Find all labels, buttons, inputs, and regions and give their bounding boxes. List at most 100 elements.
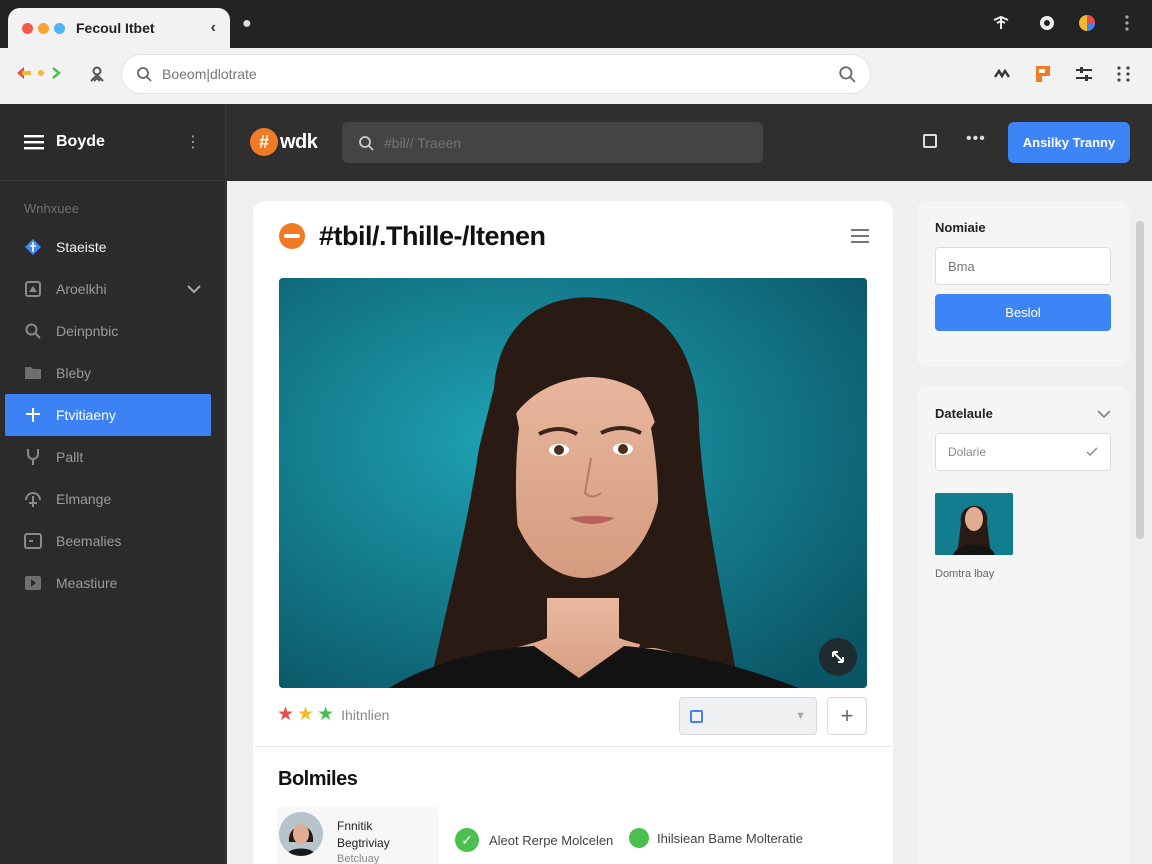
- site-info-icon[interactable]: [88, 65, 106, 83]
- sidebar-item-label: Pallt: [56, 449, 84, 465]
- sidebar: Boyde ⋮ Wnhxuee Staeiste Aroelkhi Deinpn…: [0, 104, 226, 864]
- tab-title: Fecoul Itbet: [76, 20, 155, 36]
- chevron-down-icon: ▼: [795, 710, 806, 722]
- back-arrow-icon[interactable]: [16, 66, 32, 80]
- fork-icon: [24, 448, 42, 466]
- star-icon[interactable]: ★: [297, 703, 314, 726]
- details-header[interactable]: Datelaule: [935, 406, 1111, 421]
- sidebar-item-label: Deinpnbic: [56, 323, 119, 339]
- page-title: #tbil/.Thille-/ltenen: [319, 220, 546, 251]
- sidebar-item-label: Bleby: [56, 365, 92, 381]
- profile-name-line2: Begtriviay: [337, 836, 390, 850]
- more-options-icon[interactable]: •••: [966, 130, 986, 148]
- form-label: Nomiaie: [935, 220, 986, 235]
- expand-image-button[interactable]: [819, 638, 857, 676]
- app-search-bar[interactable]: [342, 122, 763, 163]
- app-logo[interactable]: # wdk: [250, 128, 318, 156]
- details-select-value: Dolarie: [948, 445, 987, 459]
- thumbnail-image[interactable]: [935, 493, 1013, 555]
- details-label: Datelaule: [935, 406, 993, 421]
- close-window-dot[interactable]: [22, 22, 33, 34]
- status-label: Aleot Rerpe Molcelen: [489, 832, 614, 848]
- profile-card[interactable]: Fnnitik Begtriviay Betcluay: [277, 806, 439, 864]
- main-card: #tbil/.Thille-/ltenen ★ ★ ★ Ihitnlien ▼ …: [253, 201, 893, 864]
- maximize-window-dot[interactable]: [54, 22, 65, 34]
- new-tab-icon[interactable]: ●: [242, 15, 252, 33]
- plus-icon: [24, 406, 42, 424]
- primary-action-button[interactable]: Ansilky Tranny: [1008, 122, 1130, 163]
- monitor-icon: [24, 280, 42, 298]
- sidebar-item-elmange[interactable]: Elmange: [0, 478, 225, 520]
- sidebar-item-label: Beemalies: [56, 533, 122, 549]
- account-icon[interactable]: [1038, 14, 1056, 32]
- square-icon: [690, 709, 703, 723]
- tree-icon: [24, 490, 42, 508]
- sidebar-item-pallt[interactable]: Pallt: [0, 436, 225, 478]
- star-icon[interactable]: ★: [317, 703, 334, 726]
- right-panel-form: Nomiaie Beslol: [917, 201, 1129, 367]
- sidebar-item-meastiure[interactable]: Meastiure: [0, 562, 225, 604]
- sidebar-item-label: Aroelkhi: [56, 281, 107, 297]
- logo-text: wdk: [280, 130, 318, 153]
- sidebar-item-ftvitiaeny[interactable]: Ftvitiaeny: [5, 394, 211, 436]
- status-label: Ihilsiean Bame Molteratie: [657, 830, 803, 846]
- play-icon: [24, 574, 42, 592]
- scrollbar-thumb[interactable]: [1136, 221, 1144, 539]
- window-square-icon[interactable]: [923, 134, 937, 148]
- app-search-input[interactable]: [384, 134, 747, 151]
- kebab-menu-icon[interactable]: [1118, 14, 1136, 32]
- main-content: #tbil/.Thille-/ltenen ★ ★ ★ Ihitnlien ▼ …: [227, 181, 1152, 864]
- chevron-down-icon[interactable]: [1097, 409, 1111, 419]
- star-icon[interactable]: ★: [277, 703, 294, 726]
- add-button[interactable]: +: [827, 697, 867, 735]
- graph-icon[interactable]: [993, 65, 1011, 83]
- cast-icon[interactable]: [992, 14, 1010, 32]
- address-bar[interactable]: [122, 55, 870, 93]
- browser-tab-strip: Fecoul Itbet ‹ ●: [0, 0, 1152, 48]
- sliders-icon[interactable]: [1075, 65, 1093, 83]
- nav-arrows: [16, 66, 62, 80]
- tab-close-icon[interactable]: ‹: [211, 19, 216, 37]
- hero-image: [279, 278, 867, 688]
- avatar: [279, 812, 323, 856]
- bookmark-flag-icon[interactable]: [1034, 65, 1052, 83]
- forward-arrow-icon[interactable]: [50, 66, 62, 80]
- profile-name-line1: Fnnitik: [337, 819, 373, 833]
- extension-icon[interactable]: [1078, 14, 1096, 32]
- sidebar-item-label: Staeiste: [56, 239, 107, 255]
- sidebar-title: Boyde: [56, 133, 105, 150]
- minimize-window-dot[interactable]: [38, 22, 49, 34]
- minus-circle-icon: [279, 223, 305, 249]
- chevron-down-icon[interactable]: [187, 284, 201, 294]
- thumbnail-caption: Domtra lbay: [935, 568, 995, 580]
- hamburger-menu-icon[interactable]: [24, 134, 44, 150]
- sidebar-item-deinpnbic[interactable]: Deinpnbic: [0, 310, 225, 352]
- sidebar-item-bleby[interactable]: Bleby: [0, 352, 225, 394]
- address-input[interactable]: [162, 66, 838, 82]
- sidebar-header: Boyde ⋮: [0, 104, 225, 181]
- scrollbar[interactable]: [1135, 201, 1145, 541]
- magnifier-icon: [24, 322, 42, 340]
- sidebar-item-beemalies[interactable]: Beemalies: [0, 520, 225, 562]
- details-select[interactable]: Dolarie: [935, 433, 1111, 471]
- card-title-row: #tbil/.Thille-/ltenen: [279, 219, 869, 253]
- form-submit-button[interactable]: Beslol: [935, 294, 1111, 331]
- card-menu-icon[interactable]: [851, 229, 869, 243]
- check-icon: [1086, 447, 1098, 457]
- status-item[interactable]: ✓ Aleot Rerpe Molcelen: [455, 828, 613, 852]
- view-select[interactable]: ▼: [679, 697, 817, 735]
- folder-icon: [24, 364, 42, 382]
- status-item[interactable]: Ihilsiean Bame Molteratie: [629, 828, 803, 848]
- search-icon: [137, 67, 152, 82]
- grid-menu-icon[interactable]: [1115, 65, 1133, 83]
- address-search-icon[interactable]: [838, 65, 856, 83]
- app-header: # wdk ••• Ansilky Tranny: [226, 104, 1152, 181]
- portrait-illustration: [279, 278, 867, 688]
- sidebar-more-icon[interactable]: ⋮: [185, 132, 201, 152]
- sidebar-item-label: Ftvitiaeny: [56, 407, 116, 423]
- browser-tab[interactable]: Fecoul Itbet ‹: [8, 8, 230, 48]
- form-input[interactable]: [935, 247, 1111, 285]
- sidebar-item-aroelkhi[interactable]: Aroelkhi: [0, 268, 225, 310]
- sidebar-item-staeiste[interactable]: Staeiste: [0, 226, 225, 268]
- reload-dot-icon[interactable]: [36, 66, 46, 80]
